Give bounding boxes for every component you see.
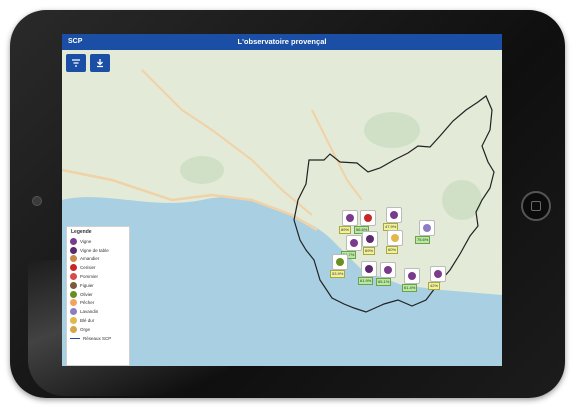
download-icon xyxy=(97,59,103,68)
cerisier-icon xyxy=(70,264,77,272)
amandier-icon xyxy=(70,255,77,263)
app-header: SCP L'observatoire provençal xyxy=(62,34,502,50)
legend-item: Lavandin xyxy=(67,307,129,316)
app-screen: SCP L'observatoire provençal 89% 56.6% 4… xyxy=(62,34,502,366)
percentage-badge: 60% xyxy=(386,246,399,254)
marker-vigne[interactable] xyxy=(386,207,402,223)
percentage-badge: 61.9% xyxy=(358,277,374,285)
figuier-icon xyxy=(70,281,77,289)
legend-item: Vigne de table xyxy=(67,246,129,255)
network-line-icon xyxy=(70,337,80,339)
vigne-icon xyxy=(70,237,77,245)
legend-item: Cerisier xyxy=(67,263,129,272)
ble-dur-icon xyxy=(70,317,77,325)
percentage-badge: 75.6% xyxy=(415,236,431,244)
marker-olivier[interactable] xyxy=(332,254,348,270)
marker-vigne[interactable] xyxy=(361,261,377,277)
filter-icon xyxy=(72,59,80,67)
legend-item: Pommier xyxy=(67,272,129,281)
camera-icon xyxy=(32,196,42,206)
app-title: L'observatoire provençal xyxy=(237,37,327,46)
percentage-badge: 69% xyxy=(363,247,376,255)
filter-button[interactable] xyxy=(66,54,86,72)
marker-vigne[interactable] xyxy=(342,210,358,226)
legend-item: Orge xyxy=(67,325,129,334)
pecher-icon xyxy=(70,299,77,307)
legend-item: Réseaux SCP xyxy=(67,334,129,343)
legend-item: Amandier xyxy=(67,255,129,264)
legend-title: Legende xyxy=(71,229,92,235)
legend-item: Figuier xyxy=(67,281,129,290)
olivier-icon xyxy=(70,290,77,298)
percentage-badge: 61.4% xyxy=(402,284,418,292)
percentage-badge: 53.9% xyxy=(330,270,346,278)
legend-item: Blé dur xyxy=(67,316,129,325)
vigne-de-table-icon xyxy=(70,246,77,254)
marker-vigne[interactable] xyxy=(430,266,446,282)
marker-vigne[interactable] xyxy=(362,231,378,247)
percentage-badge: 89% xyxy=(339,226,352,234)
marker-cerisier[interactable] xyxy=(360,210,376,226)
marker-vigne[interactable] xyxy=(404,268,420,284)
pommier-icon xyxy=(70,273,77,281)
download-button[interactable] xyxy=(90,54,110,72)
map-legend: Legende Vigne Vigne de table Amandier Ce… xyxy=(66,226,130,366)
percentage-badge: 42% xyxy=(428,282,441,290)
legend-item: Olivier xyxy=(67,290,129,299)
legend-item: Vigne xyxy=(67,237,129,246)
marker-vigne[interactable] xyxy=(380,262,396,278)
orge-icon xyxy=(70,325,77,333)
marker-vigne[interactable] xyxy=(346,235,362,251)
legend-item: Pêcher xyxy=(67,299,129,308)
home-button[interactable] xyxy=(521,191,551,221)
percentage-badge: 65.1% xyxy=(376,278,392,286)
lavandin-icon xyxy=(70,308,77,316)
marker-lavandin[interactable] xyxy=(419,220,435,236)
marker-ble-dur[interactable] xyxy=(387,230,403,246)
